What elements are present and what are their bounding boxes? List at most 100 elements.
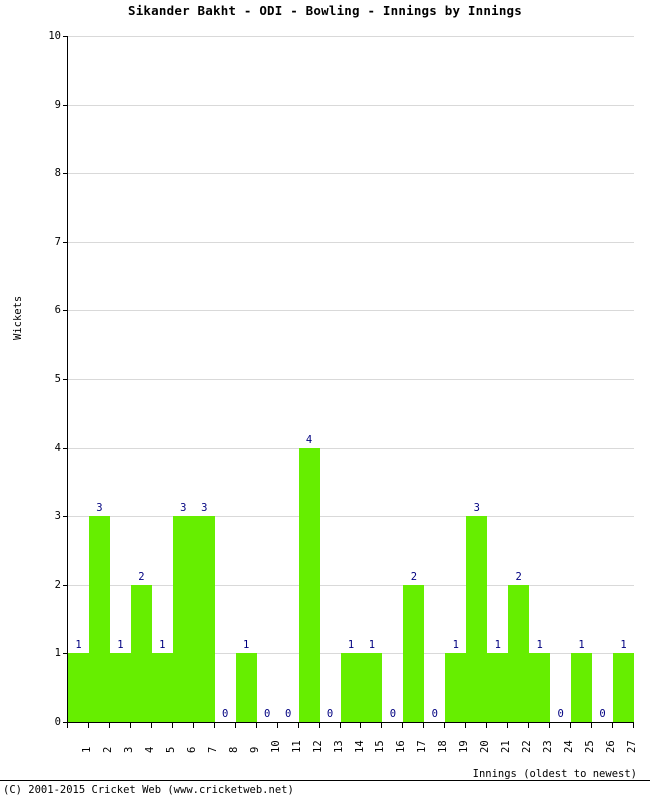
x-tick-mark bbox=[276, 723, 278, 728]
x-tick-mark bbox=[67, 723, 68, 728]
bar-slot[interactable]: 0 bbox=[382, 36, 403, 722]
x-tick-mark bbox=[255, 723, 257, 728]
x-tick-mark bbox=[318, 723, 320, 728]
x-tick-mark bbox=[444, 723, 446, 728]
x-tick-mark bbox=[612, 723, 614, 728]
x-tick-mark bbox=[150, 723, 152, 728]
bar[interactable] bbox=[172, 516, 194, 722]
x-tick-mark bbox=[423, 723, 425, 728]
bar-series: 131213301004011020131210101 bbox=[68, 36, 634, 722]
bar[interactable] bbox=[298, 447, 320, 722]
bar[interactable] bbox=[361, 653, 383, 722]
bar-value-label: 1 bbox=[117, 639, 124, 652]
x-tick-label: 25 bbox=[584, 740, 597, 753]
bar[interactable] bbox=[193, 516, 215, 722]
y-tick-label: 2 bbox=[54, 578, 61, 591]
x-tick-mark bbox=[402, 723, 404, 728]
x-tick-label: 14 bbox=[353, 740, 366, 753]
footer-divider bbox=[0, 780, 650, 781]
copyright-notice: (C) 2001-2015 Cricket Web (www.cricketwe… bbox=[3, 784, 294, 796]
y-tick-label: 5 bbox=[54, 373, 61, 385]
x-tick-label: 20 bbox=[479, 740, 492, 753]
bar-slot[interactable]: 1 bbox=[235, 36, 257, 722]
bar-slot[interactable]: 0 bbox=[215, 36, 236, 722]
bar-slot[interactable]: 4 bbox=[298, 36, 320, 722]
x-tick-label: 6 bbox=[185, 746, 198, 753]
bar[interactable] bbox=[235, 653, 257, 722]
bar[interactable] bbox=[403, 584, 425, 722]
bar-value-label: 1 bbox=[347, 639, 355, 652]
bar-value-label: 0 bbox=[284, 708, 292, 720]
bar[interactable] bbox=[487, 653, 509, 722]
x-tick-label: 18 bbox=[437, 740, 450, 753]
x-tick-label: 27 bbox=[626, 740, 639, 753]
bowling-innings-chart: Sikander Bakht - ODI - Bowling - Innings… bbox=[0, 0, 650, 800]
x-tick-mark bbox=[213, 723, 215, 728]
x-tick-label: 10 bbox=[269, 740, 282, 753]
x-tick-mark bbox=[633, 723, 634, 728]
bar-slot[interactable]: 1 bbox=[445, 36, 467, 722]
bar-slot[interactable]: 1 bbox=[361, 36, 383, 722]
bar-slot[interactable]: 3 bbox=[88, 36, 110, 722]
bar[interactable] bbox=[88, 516, 110, 722]
x-axis-tick-labels: 1 2 3 4 5 6 7 8 9 10 11 12 13 14 15 16 17 18 19 20 21 22 23 24 2… bbox=[67, 729, 638, 757]
bar-slot[interactable]: 0 bbox=[424, 36, 445, 722]
chart-title: Sikander Bakht - ODI - Bowling - Innings… bbox=[127, 3, 522, 18]
bar-slot[interactable]: 0 bbox=[592, 36, 613, 722]
bar-slot[interactable]: 3 bbox=[466, 36, 488, 722]
bar[interactable] bbox=[68, 653, 89, 722]
x-tick-mark bbox=[234, 723, 236, 728]
x-tick-mark bbox=[171, 723, 173, 728]
bar-value-label: 1 bbox=[368, 639, 376, 652]
bar-slot[interactable]: 0 bbox=[320, 36, 341, 722]
x-tick-mark bbox=[486, 723, 488, 728]
bar-slot[interactable]: 1 bbox=[340, 36, 362, 722]
y-tick-label: 4 bbox=[54, 441, 61, 454]
bar-slot[interactable]: 1 bbox=[151, 36, 173, 722]
x-tick-mark bbox=[129, 723, 131, 728]
bar[interactable] bbox=[571, 653, 593, 722]
x-tick-mark bbox=[108, 723, 110, 728]
bar-slot[interactable]: 1 bbox=[68, 36, 89, 722]
y-tick-label: 10 bbox=[48, 30, 61, 42]
x-tick-label: 17 bbox=[416, 740, 429, 753]
bar[interactable] bbox=[109, 653, 131, 722]
bar-slot[interactable]: 2 bbox=[403, 36, 425, 722]
bar-slot[interactable]: 1 bbox=[109, 36, 131, 722]
bar-value-label: 0 bbox=[557, 708, 564, 720]
bar-slot[interactable]: 3 bbox=[193, 36, 215, 722]
bar[interactable] bbox=[445, 653, 467, 722]
bar-value-label: 0 bbox=[263, 708, 271, 720]
x-tick-label: 16 bbox=[395, 740, 408, 753]
y-axis-title: Wickets bbox=[12, 295, 24, 340]
x-tick-mark bbox=[465, 723, 467, 728]
bar[interactable] bbox=[529, 653, 551, 722]
bar[interactable] bbox=[340, 653, 362, 722]
y-tick-label: 8 bbox=[54, 167, 61, 180]
bar-slot[interactable]: 2 bbox=[130, 36, 152, 722]
bar[interactable] bbox=[613, 653, 634, 722]
bar-slot[interactable]: 2 bbox=[508, 36, 530, 722]
x-tick-label: 19 bbox=[458, 740, 471, 753]
bar-slot[interactable]: 3 bbox=[172, 36, 194, 722]
bar-slot[interactable]: 0 bbox=[550, 36, 571, 722]
x-tick-mark bbox=[360, 723, 362, 728]
bar[interactable] bbox=[466, 516, 488, 722]
x-tick-label: 15 bbox=[374, 740, 387, 753]
bar-value-label: 1 bbox=[620, 639, 627, 652]
y-tick-label: 9 bbox=[54, 98, 61, 111]
bar[interactable] bbox=[151, 653, 173, 722]
bar-value-label: 1 bbox=[494, 639, 501, 652]
bar-slot[interactable]: 0 bbox=[257, 36, 278, 722]
bar-slot[interactable]: 1 bbox=[613, 36, 634, 722]
bar-slot[interactable]: 1 bbox=[529, 36, 551, 722]
bar-value-label: 2 bbox=[138, 570, 145, 583]
bar[interactable] bbox=[130, 584, 152, 722]
bar-slot[interactable]: 1 bbox=[487, 36, 509, 722]
x-tick-label: 7 bbox=[206, 746, 219, 753]
x-tick-mark bbox=[297, 723, 299, 728]
x-tick-mark bbox=[192, 723, 194, 728]
bar-slot[interactable]: 0 bbox=[278, 36, 299, 722]
bar-slot[interactable]: 1 bbox=[571, 36, 593, 722]
bar[interactable] bbox=[508, 584, 530, 722]
